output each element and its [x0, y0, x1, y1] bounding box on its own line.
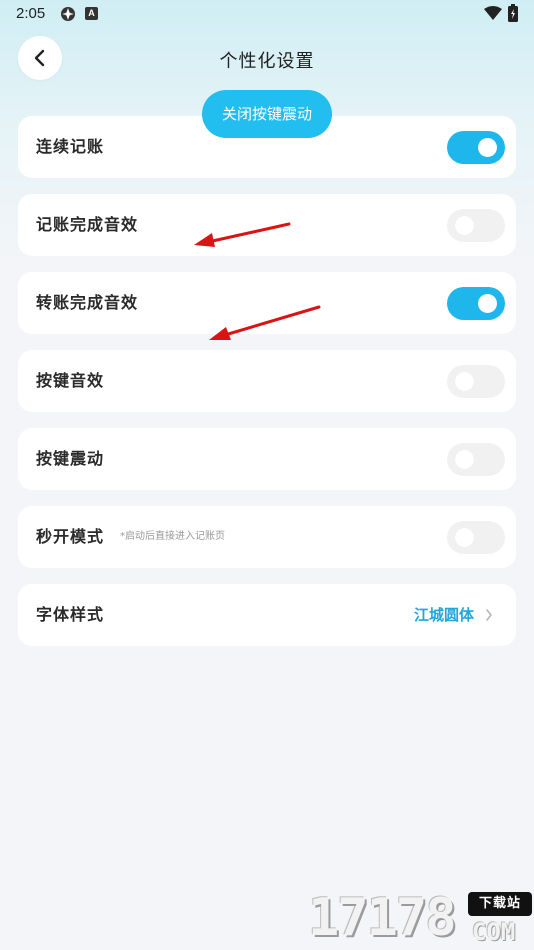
toggle-knob: [455, 216, 474, 235]
app-icon: [61, 7, 75, 21]
battery-icon: [508, 4, 518, 22]
setting-label: 转账完成音效: [36, 293, 139, 312]
setting-label: 按键震动: [36, 449, 105, 468]
annotation-arrow-icon: [194, 222, 291, 247]
toggle-knob: [455, 372, 474, 391]
status-bar: 2:05 A: [0, 0, 534, 28]
status-time: 2:05: [16, 5, 46, 22]
toggle-transfer-complete-sound[interactable]: [447, 287, 505, 320]
setting-row-font-style[interactable]: 字体样式 江城圆体: [18, 584, 516, 646]
annotation-arrow-icon: [209, 305, 321, 340]
toggle-booking-complete-sound[interactable]: [447, 209, 505, 242]
toggle-key-vibration[interactable]: [447, 443, 505, 476]
setting-label: 秒开模式: [36, 527, 105, 546]
setting-label: 按键音效: [36, 371, 105, 390]
toggle-continuous-booking[interactable]: [447, 131, 505, 164]
watermark-suffix: COM: [472, 918, 516, 946]
toggle-quick-open[interactable]: [447, 521, 505, 554]
setting-row-quick-open: 秒开模式 *启动后直接进入记账页: [18, 506, 516, 568]
accessibility-icon: A: [85, 7, 98, 20]
toggle-key-sound[interactable]: [447, 365, 505, 398]
setting-row-key-vibration: 按键震动: [18, 428, 516, 490]
toggle-knob: [478, 294, 497, 313]
page-title: 个性化设置: [219, 51, 315, 72]
setting-label: 字体样式: [36, 605, 105, 624]
setting-label: 记账完成音效: [36, 215, 139, 234]
toggle-knob: [455, 528, 474, 547]
setting-label: 连续记账: [36, 137, 105, 156]
toast-message: 关闭按键震动: [202, 90, 332, 138]
setting-row-key-sound: 按键音效: [18, 350, 516, 412]
watermark-badge: 下载站: [468, 892, 532, 916]
font-style-value: 江城圆体: [413, 606, 474, 624]
watermark-digits: 17178: [308, 888, 457, 948]
toggle-knob: [478, 138, 497, 157]
site-watermark: 17178 下载站 COM: [308, 886, 534, 950]
toggle-knob: [455, 450, 474, 469]
setting-hint: *启动后直接进入记账页: [120, 531, 225, 542]
chevron-right-icon: [486, 609, 492, 621]
wifi-icon: [484, 6, 502, 20]
